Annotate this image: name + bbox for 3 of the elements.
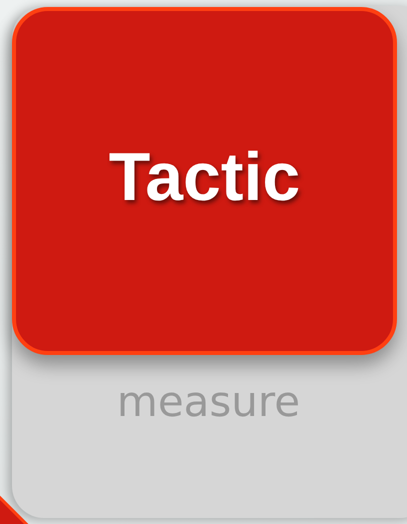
tactic-tile[interactable]: Tactic [12,7,397,355]
tile-title: Tactic [108,138,300,216]
tile-subtitle: measure [116,377,302,426]
